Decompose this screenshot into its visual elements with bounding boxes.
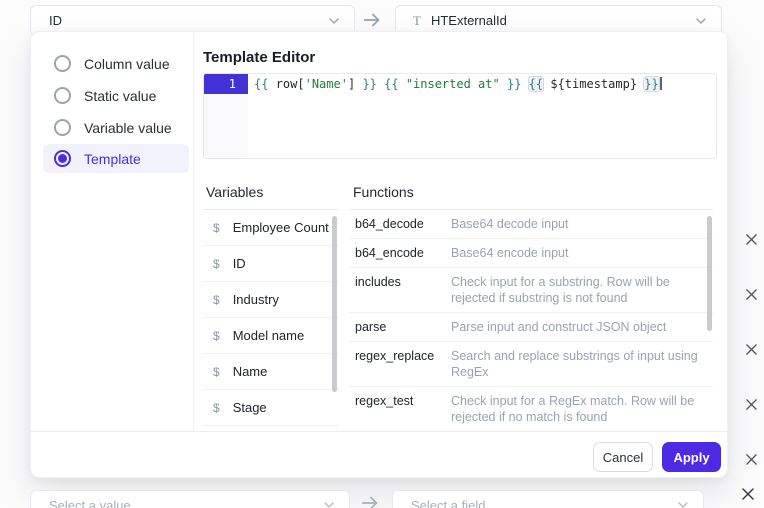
remove-mapping-icon[interactable] xyxy=(745,288,758,306)
variable-item[interactable]: $ Name xyxy=(203,354,339,390)
variables-scrollbar[interactable] xyxy=(332,216,337,392)
code-token xyxy=(500,77,507,91)
radio-icon xyxy=(54,119,71,136)
remove-mapping-icon[interactable] xyxy=(745,398,758,416)
function-name: b64_decode xyxy=(355,216,451,232)
variable-dollar-icon: $ xyxy=(213,365,220,379)
chevron-down-icon xyxy=(326,13,342,29)
radio-option-label: Template xyxy=(84,151,141,167)
variable-dollar-icon: $ xyxy=(213,257,220,271)
remove-mapping-icon[interactable] xyxy=(745,453,758,471)
function-item[interactable]: b64_encodeBase64 encode input xyxy=(349,239,713,268)
variable-dollar-icon: $ xyxy=(213,221,220,235)
code-token xyxy=(268,77,275,91)
function-description: Base64 decode input xyxy=(451,216,701,232)
variable-name: Industry xyxy=(233,292,279,307)
source-column-value: ID xyxy=(49,13,326,28)
radio-checked-icon xyxy=(54,150,71,167)
radio-option-template[interactable]: Template xyxy=(43,144,189,173)
function-name: parse xyxy=(355,319,451,335)
function-description: Parse input and construct JSON object xyxy=(451,319,701,335)
variable-name: Stage xyxy=(233,400,267,415)
code-token xyxy=(521,77,528,91)
code-token: }} xyxy=(362,77,376,91)
variable-item[interactable]: $ Stage xyxy=(203,390,339,426)
cancel-button[interactable]: Cancel xyxy=(593,442,653,472)
variables-list: $ Employee Count $ ID $ Industry $ Model name $ N… xyxy=(203,209,339,431)
chevron-down-icon xyxy=(675,497,691,508)
radio-icon xyxy=(54,87,71,104)
bottom-source-select[interactable]: Select a value... xyxy=(30,490,350,508)
function-description: Check input for a RegEx match. Row will … xyxy=(451,393,701,425)
radio-option-label: Variable value xyxy=(84,120,172,136)
remove-mapping-icon[interactable] xyxy=(745,233,758,251)
screen: ID T HTExternalId Column value Static va… xyxy=(0,0,764,508)
bottom-target-select[interactable]: Select a field... xyxy=(392,490,704,508)
radio-option-label: Static value xyxy=(84,88,156,104)
variable-item[interactable]: $ Employee Count xyxy=(203,210,339,246)
variable-dollar-icon: $ xyxy=(213,401,220,415)
code-token: "inserted at" xyxy=(406,77,500,91)
function-item[interactable]: includesCheck input for a substring. Row… xyxy=(349,268,713,313)
functions-scrollbar[interactable] xyxy=(707,216,712,331)
editor-gutter: 1 xyxy=(204,74,248,158)
code-token: }} xyxy=(644,77,658,91)
chevron-down-icon xyxy=(321,497,337,508)
arrow-right-icon xyxy=(359,492,381,508)
value-type-options: Column value Static value Variable value… xyxy=(31,32,194,431)
code-token: ${timestamp} xyxy=(550,77,637,91)
variable-item[interactable]: $ Model name xyxy=(203,318,339,354)
radio-option-static-value[interactable]: Static value xyxy=(43,81,189,110)
line-number: 1 xyxy=(204,74,248,94)
code-token: row xyxy=(276,77,298,91)
radio-option-variable-value[interactable]: Variable value xyxy=(43,113,189,142)
function-name: regex_replace xyxy=(355,348,451,380)
function-name: includes xyxy=(355,274,451,306)
variable-name: Model name xyxy=(233,328,305,343)
apply-button[interactable]: Apply xyxy=(662,442,721,472)
code-token: {{ xyxy=(529,77,543,91)
code-token: [ xyxy=(297,77,304,91)
function-description: Search and replace substrings of input u… xyxy=(451,348,701,380)
function-description: Base64 encode input xyxy=(451,245,701,261)
variable-dollar-icon: $ xyxy=(213,329,220,343)
function-item[interactable]: parseParse input and construct JSON obje… xyxy=(349,313,713,342)
functions-list: b64_decodeBase64 decode inputb64_encodeB… xyxy=(349,209,713,431)
function-item[interactable]: b64_decodeBase64 decode input xyxy=(349,210,713,239)
dialog-footer: Cancel Apply xyxy=(31,431,729,478)
bottom-source-placeholder: Select a value... xyxy=(49,498,321,508)
variable-dollar-icon: $ xyxy=(213,293,220,307)
code-token: }} xyxy=(507,77,521,91)
code-editor[interactable]: 1 {{ row['Name'] }} {{ "inserted at" }} … xyxy=(203,73,717,159)
variable-item[interactable]: $ Industry xyxy=(203,282,339,318)
dialog-title: Template Editor xyxy=(203,49,315,66)
variable-name: Employee Count xyxy=(233,220,329,235)
code-token: {{ xyxy=(254,77,268,91)
radio-option-label: Column value xyxy=(84,56,170,72)
radio-option-column-value[interactable]: Column value xyxy=(43,49,189,78)
remove-mapping-icon[interactable] xyxy=(745,343,758,361)
template-editor-dialog: Column value Static value Variable value… xyxy=(30,31,728,478)
function-name: b64_encode xyxy=(355,245,451,261)
chevron-down-icon xyxy=(693,13,709,29)
text-type-icon: T xyxy=(413,13,421,29)
editor-code-line[interactable]: {{ row['Name'] }} {{ "inserted at" }} {{… xyxy=(248,74,716,158)
function-item[interactable]: regex_replaceSearch and replace substrin… xyxy=(349,342,713,387)
bottom-target-placeholder: Select a field... xyxy=(411,498,675,508)
text-cursor xyxy=(660,77,662,90)
remove-mapping-icon[interactable] xyxy=(740,486,756,507)
functions-heading: Functions xyxy=(353,184,414,200)
variable-name: Name xyxy=(233,364,268,379)
code-token xyxy=(399,77,406,91)
code-token: 'Name' xyxy=(305,77,348,91)
radio-icon xyxy=(54,55,71,72)
function-name: regex_test xyxy=(355,393,451,425)
variables-heading: Variables xyxy=(206,184,263,200)
function-item[interactable]: regex_testCheck input for a RegEx match.… xyxy=(349,387,713,431)
function-description: Check input for a substring. Row will be… xyxy=(451,274,701,306)
variable-item[interactable]: $ ID xyxy=(203,246,339,282)
target-field-value: HTExternalId xyxy=(431,13,693,28)
code-token: {{ xyxy=(384,77,398,91)
variable-name: ID xyxy=(233,256,246,271)
